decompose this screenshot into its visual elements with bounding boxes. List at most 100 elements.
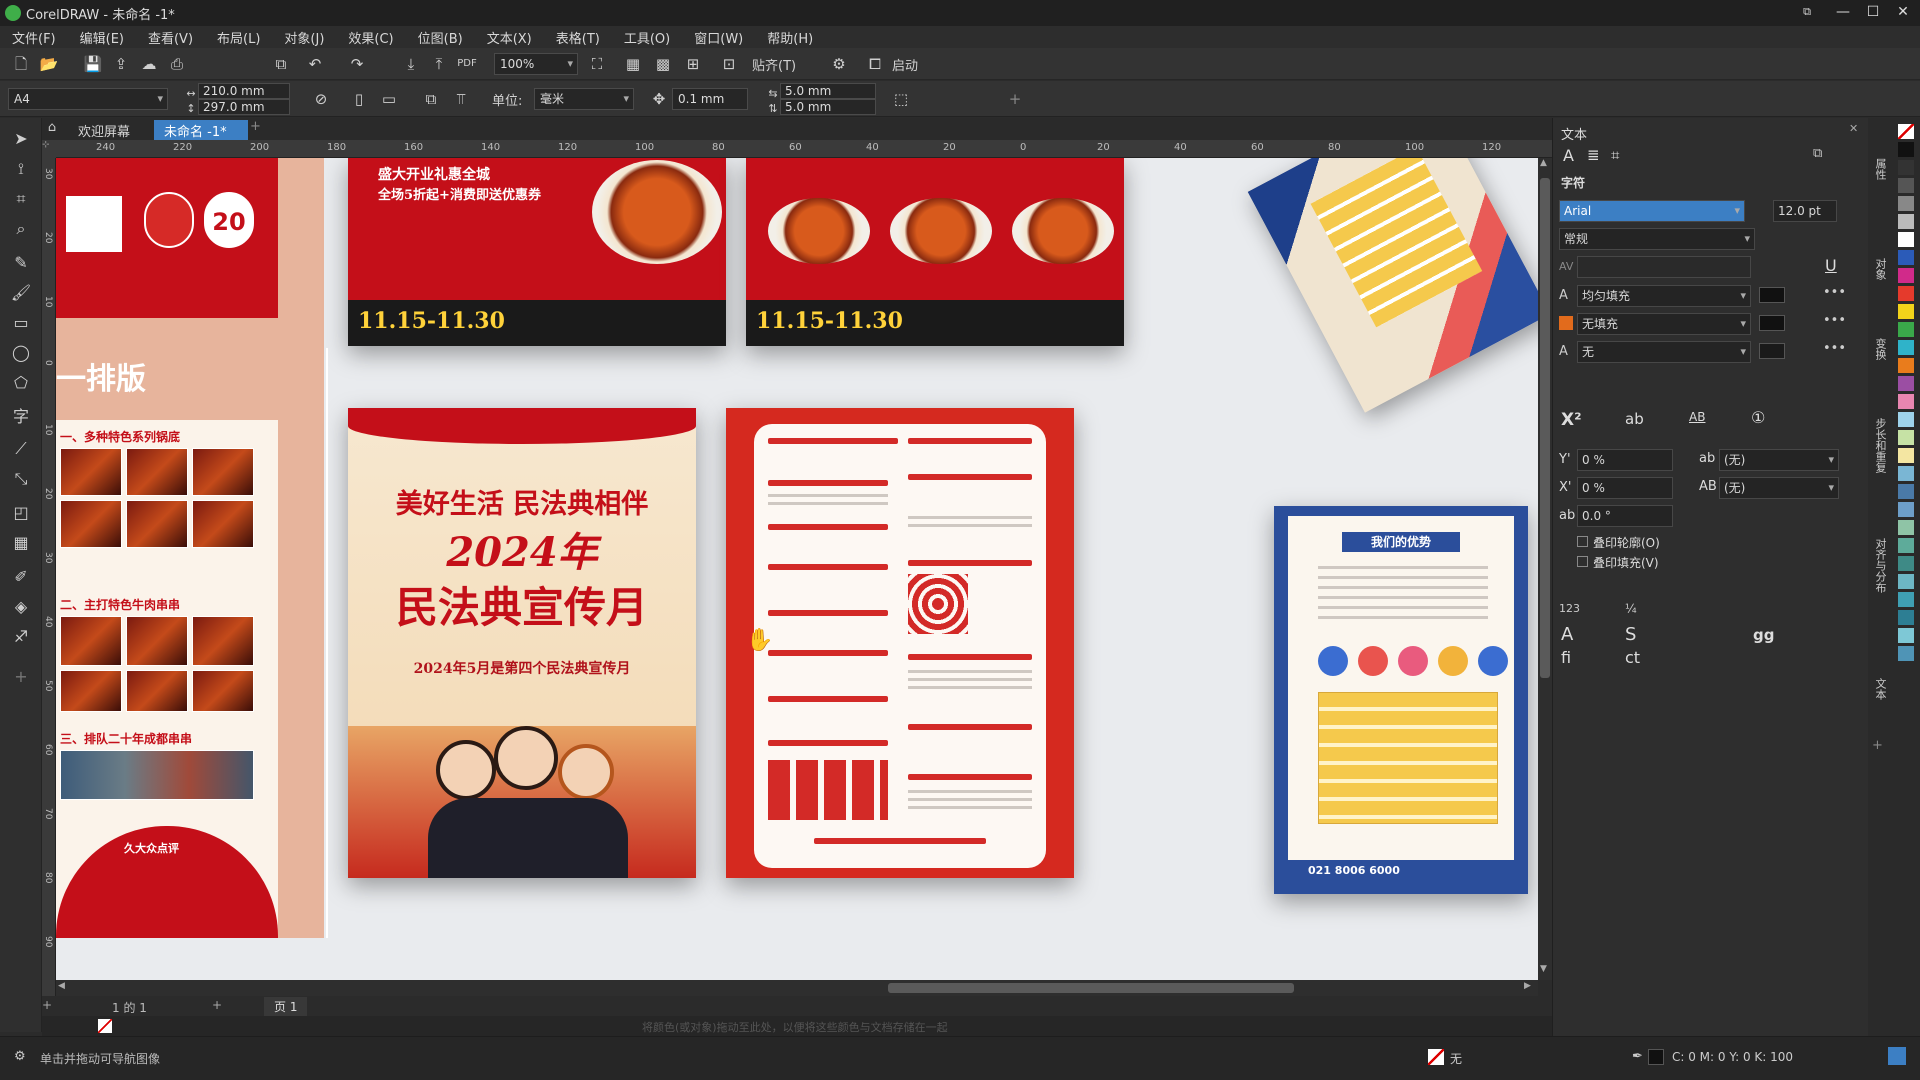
all-pages-icon[interactable]: ⊘: [310, 88, 332, 110]
background-fill-select[interactable]: 无填充: [1577, 313, 1751, 335]
background-fill-swatch[interactable]: [1759, 315, 1785, 331]
swatch-orange[interactable]: [1898, 358, 1914, 373]
add-docker-icon[interactable]: +: [1872, 738, 1883, 753]
docker-dock-icon[interactable]: ⧉: [1813, 146, 1822, 161]
eyedropper-icon[interactable]: ✐: [10, 566, 32, 588]
page-height-input[interactable]: 297.0 mm: [198, 99, 290, 115]
paragraph-tab-icon[interactable]: ≣: [1587, 146, 1600, 164]
swatch-green[interactable]: [1898, 322, 1914, 337]
vertical-scroll-thumb[interactable]: [1540, 178, 1550, 678]
tab-untitled-1[interactable]: 未命名 -1*: [154, 120, 248, 140]
zoom-level-select[interactable]: 100%: [494, 53, 578, 75]
horizontal-scrollbar[interactable]: ◀ ▶: [56, 980, 1538, 996]
menu-effects[interactable]: 效果(C): [336, 26, 405, 47]
dimension-tool-icon[interactable]: ⟋: [10, 438, 32, 460]
snap-to-dropdown[interactable]: 贴齐(T): [752, 55, 796, 74]
swash-icon[interactable]: A: [1561, 624, 1573, 645]
stylistic-set-icon[interactable]: S: [1625, 624, 1636, 645]
docker-tab-text[interactable]: 文本: [1870, 678, 1888, 700]
number-position-icon[interactable]: ①: [1751, 408, 1765, 427]
text-outline-select[interactable]: 无: [1577, 341, 1751, 363]
swatch-mint[interactable]: [1898, 520, 1914, 535]
background-fill-more-icon[interactable]: •••: [1823, 313, 1846, 328]
page-tab-1[interactable]: 页 1: [264, 997, 308, 1016]
swatch-steel[interactable]: [1898, 484, 1914, 499]
text-tool-icon[interactable]: 字: [10, 406, 32, 428]
overprint-fill-checkbox[interactable]: [1577, 556, 1588, 567]
rectangle-tool-icon[interactable]: ▭: [10, 312, 32, 334]
snap-icon[interactable]: ⊡: [718, 53, 740, 75]
menu-text[interactable]: 文本(X): [475, 26, 544, 47]
superscript-icon[interactable]: X²: [1561, 410, 1582, 430]
strikethrough-icon[interactable]: ab: [1625, 410, 1644, 428]
swatch-white[interactable]: [1898, 232, 1914, 247]
ligature-gg-icon[interactable]: gg: [1753, 626, 1774, 644]
swatch-lake[interactable]: [1898, 646, 1914, 661]
docker-tab-align-distribute[interactable]: 对齐与分布: [1870, 538, 1888, 593]
swatch-sky[interactable]: [1898, 466, 1914, 481]
interactive-fill-icon[interactable]: ◈: [10, 596, 32, 618]
swatch-teal[interactable]: [1898, 538, 1914, 553]
swatch-black[interactable]: [1898, 142, 1914, 157]
swatch-light-green[interactable]: [1898, 430, 1914, 445]
fractions-icon[interactable]: ¼: [1625, 602, 1637, 616]
text-fill-select[interactable]: 均匀填充: [1577, 285, 1751, 307]
swatch-ice[interactable]: [1898, 628, 1914, 643]
docker-tab-step-repeat[interactable]: 步长和重复: [1870, 418, 1888, 473]
connector-tool-icon[interactable]: ⤡: [10, 468, 32, 490]
font-family-select[interactable]: Arial: [1559, 200, 1745, 222]
swatch-denim[interactable]: [1898, 502, 1914, 517]
cloud-icon[interactable]: ☁: [138, 53, 160, 75]
new-tab-icon[interactable]: +: [250, 119, 266, 134]
undo-icon[interactable]: ↶: [304, 53, 326, 75]
scroll-up-icon[interactable]: ▲: [1540, 158, 1547, 168]
duplicate-x-input[interactable]: 5.0 mm: [780, 83, 876, 99]
docker-close-icon[interactable]: ✕: [1849, 122, 1858, 135]
y-offset-input[interactable]: 0 %: [1577, 449, 1673, 471]
maximize-button[interactable]: ☐: [1856, 0, 1890, 26]
swatch-gray-40[interactable]: [1898, 196, 1914, 211]
color-proof-icon[interactable]: [1888, 1047, 1906, 1065]
docker-tab-objects[interactable]: 对象: [1870, 258, 1888, 280]
all-caps-icon[interactable]: AB: [1689, 410, 1705, 424]
character-tab-icon[interactable]: A: [1563, 146, 1574, 165]
horizontal-ruler[interactable]: 240 220 200 180 160 140 120 100 80 60 40 20 0 20 40 60 8…: [56, 140, 1552, 158]
add-icon[interactable]: +: [1004, 88, 1026, 110]
add-page-after-icon[interactable]: +: [212, 998, 222, 1012]
overline-style-select[interactable]: (无): [1719, 477, 1839, 499]
import-icon[interactable]: ⤓: [400, 53, 422, 75]
music-school-flyer[interactable]: 我们的优势 021 8006 6000: [1274, 506, 1528, 894]
close-button[interactable]: ✕: [1886, 0, 1920, 26]
frame-tab-icon[interactable]: ⌗: [1611, 146, 1619, 164]
menu-help[interactable]: 帮助(H): [755, 26, 825, 47]
swatch-gray-80[interactable]: [1898, 160, 1914, 175]
swatch-dark-teal[interactable]: [1898, 556, 1914, 571]
artistic-media-icon[interactable]: 🖌: [10, 282, 32, 304]
tab-welcome-screen[interactable]: 欢迎屏幕: [68, 120, 140, 140]
swatch-light-blue[interactable]: [1898, 412, 1914, 427]
kerning-input[interactable]: [1577, 256, 1751, 278]
text-outline-swatch[interactable]: [1759, 343, 1785, 359]
scroll-down-icon[interactable]: ▼: [1540, 964, 1547, 974]
drop-shadow-icon[interactable]: ◰: [10, 502, 32, 524]
menu-bitmaps[interactable]: 位图(B): [406, 26, 475, 47]
contextual-alternates-icon[interactable]: ct: [1625, 648, 1640, 667]
smart-fill-icon[interactable]: ♐: [10, 626, 32, 648]
swatch-red[interactable]: [1898, 286, 1914, 301]
portrait-icon[interactable]: ▯: [348, 88, 370, 110]
settings-gear-icon[interactable]: ⚙: [828, 53, 850, 75]
status-gear-icon[interactable]: ⚙: [14, 1049, 26, 1064]
text-outline-more-icon[interactable]: •••: [1823, 341, 1846, 356]
swatch-aqua[interactable]: [1898, 574, 1914, 589]
new-document-icon[interactable]: 🗋: [10, 53, 32, 75]
swatch-gray-20[interactable]: [1898, 214, 1914, 229]
grid-icon[interactable]: ▩: [652, 53, 674, 75]
copy-icon[interactable]: ⧉: [270, 53, 292, 75]
swatch-cyan[interactable]: [1898, 340, 1914, 355]
pdf-icon[interactable]: PDF: [456, 53, 478, 75]
shape-tool-icon[interactable]: ⟟: [10, 158, 32, 180]
swatch-gray-60[interactable]: [1898, 178, 1914, 193]
font-style-select[interactable]: 常规: [1559, 228, 1755, 250]
swatch-magenta[interactable]: [1898, 268, 1914, 283]
redo-icon[interactable]: ↷: [346, 53, 368, 75]
